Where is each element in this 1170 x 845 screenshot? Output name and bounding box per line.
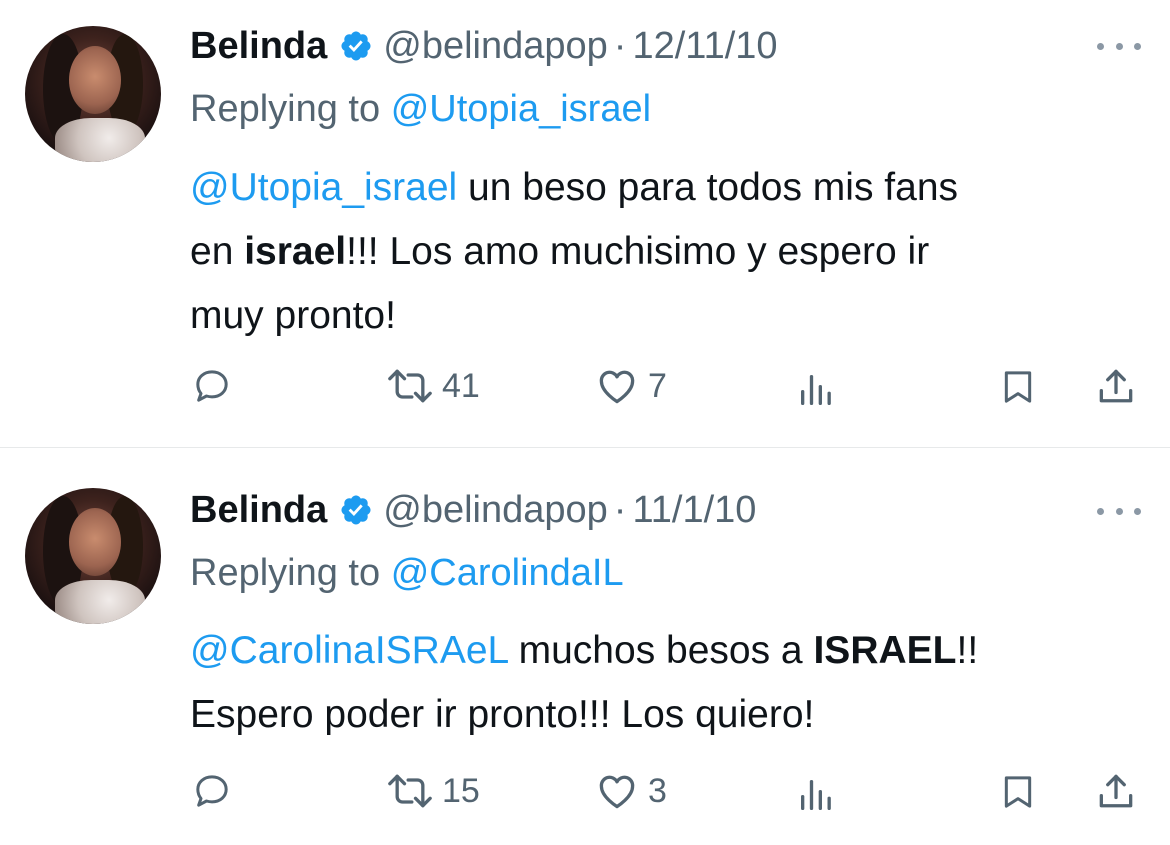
share-icon bbox=[1099, 369, 1133, 403]
more-options-icon[interactable] bbox=[1097, 503, 1141, 519]
like-icon bbox=[599, 370, 635, 404]
bookmark-icon bbox=[1004, 371, 1032, 403]
avatar[interactable] bbox=[25, 26, 161, 162]
tweet-date[interactable]: 11/1/10 bbox=[632, 489, 756, 532]
reply-icon bbox=[196, 370, 228, 402]
tweet-text: Espero poder ir pronto!!! Los quiero! bbox=[190, 693, 815, 736]
tweet-text: en bbox=[190, 230, 245, 273]
verified-badge-icon bbox=[341, 31, 371, 61]
views-button[interactable] bbox=[796, 370, 836, 410]
highlighted-keyword: ISRAEL bbox=[813, 629, 957, 672]
reply-icon bbox=[196, 775, 228, 807]
separator-dot: · bbox=[613, 24, 627, 67]
replying-prefix: Replying to bbox=[190, 88, 381, 130]
more-options-icon[interactable] bbox=[1097, 38, 1141, 54]
replying-to: Replying to @CarolindaIL bbox=[190, 552, 624, 595]
retweet-icon bbox=[388, 369, 432, 403]
bookmark-button[interactable] bbox=[998, 771, 1038, 813]
retweet-button[interactable]: 41 bbox=[386, 364, 480, 408]
tweet-text-line-1: @Utopia_israel un beso para todos mis fa… bbox=[190, 162, 958, 214]
views-icon bbox=[801, 375, 831, 405]
tweet-text-line-2: Espero poder ir pronto!!! Los quiero! bbox=[190, 689, 814, 741]
retweet-count: 15 bbox=[442, 771, 480, 810]
share-button[interactable] bbox=[1094, 364, 1138, 410]
tweet-1[interactable]: Belinda @belindapop · 12/11/10 Replying … bbox=[0, 0, 1170, 447]
tweet-2[interactable]: Belinda @belindapop · 11/1/10 Replying t… bbox=[0, 447, 1170, 845]
mention-link[interactable]: @Utopia_israel bbox=[190, 166, 457, 209]
replying-to-link[interactable]: @CarolindaIL bbox=[391, 552, 624, 594]
replying-prefix: Replying to bbox=[190, 552, 381, 594]
like-button[interactable]: 3 bbox=[594, 769, 667, 813]
author-handle[interactable]: @belindapop bbox=[383, 489, 608, 532]
tweet-text-line-1: @CarolinaISRAeL muchos besos a ISRAEL!! bbox=[190, 625, 978, 677]
views-button[interactable] bbox=[796, 775, 836, 815]
tweet-text: muy pronto! bbox=[190, 294, 396, 337]
tweet-text-line-3: muy pronto! bbox=[190, 290, 396, 342]
like-icon bbox=[599, 775, 635, 809]
retweet-button[interactable]: 15 bbox=[386, 769, 480, 813]
tweet-text-line-2: en israel!!! Los amo muchisimo y espero … bbox=[190, 226, 929, 278]
avatar[interactable] bbox=[25, 488, 161, 624]
retweet-icon bbox=[388, 774, 432, 808]
retweet-count: 41 bbox=[442, 366, 480, 405]
share-button[interactable] bbox=[1094, 769, 1138, 815]
bookmark-icon bbox=[1004, 776, 1032, 808]
views-icon bbox=[801, 780, 831, 810]
like-count: 3 bbox=[648, 771, 667, 810]
reply-button[interactable] bbox=[192, 366, 232, 406]
replying-to: Replying to @Utopia_israel bbox=[190, 88, 651, 131]
tweet-text: muchos besos a bbox=[507, 629, 814, 672]
tweet-text: un beso para todos mis fans bbox=[457, 166, 959, 209]
share-icon bbox=[1099, 774, 1133, 808]
mention-link[interactable]: @CarolinaISRAeL bbox=[190, 629, 508, 672]
tweet-date[interactable]: 12/11/10 bbox=[632, 25, 777, 68]
tweet-text: !! bbox=[956, 629, 979, 672]
verified-badge-icon bbox=[341, 495, 371, 525]
like-button[interactable]: 7 bbox=[594, 364, 667, 408]
replying-to-link[interactable]: @Utopia_israel bbox=[391, 88, 651, 130]
like-count: 7 bbox=[648, 366, 667, 405]
author-name[interactable]: Belinda bbox=[190, 489, 327, 532]
tweet-header: Belinda @belindapop · 11/1/10 bbox=[190, 484, 756, 536]
author-name[interactable]: Belinda bbox=[190, 25, 327, 68]
tweet-text: !!! Los amo muchisimo y espero ir bbox=[346, 230, 930, 273]
separator-dot: · bbox=[613, 488, 627, 531]
author-handle[interactable]: @belindapop bbox=[383, 25, 608, 68]
highlighted-keyword: israel bbox=[244, 230, 347, 273]
tweet-header: Belinda @belindapop · 12/11/10 bbox=[190, 20, 778, 72]
bookmark-button[interactable] bbox=[998, 366, 1038, 408]
reply-button[interactable] bbox=[192, 771, 232, 811]
